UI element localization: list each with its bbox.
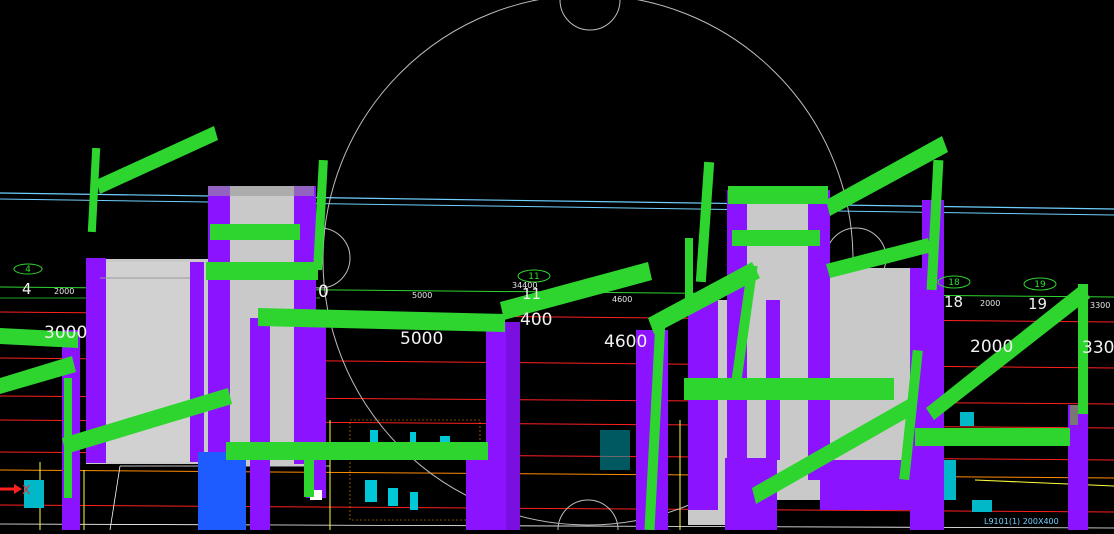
dim-3000: 3000 (44, 323, 87, 343)
dim-0: 0 (318, 282, 329, 302)
axis-label-18: 18 (944, 293, 963, 311)
dim-3300: 3300 (1082, 338, 1114, 358)
axis-bubble-4: 4 (25, 265, 31, 275)
ucs-x-label: X (22, 483, 30, 497)
dim-small-3300: 3300 (1090, 301, 1110, 310)
ucs-icon: X (0, 483, 30, 497)
axis-label-19: 19 (1028, 295, 1047, 313)
model-canvas[interactable]: 4 11 18 19 4 11 18 19 3000 5000 400 4600… (0, 0, 1114, 531)
dim-small-5000: 5000 (412, 291, 432, 300)
dim-small-34400: 34400 (512, 281, 537, 290)
axis-label-4: 4 (22, 280, 32, 298)
dim-small-2000a: 2000 (54, 287, 74, 296)
cad-viewport[interactable]: 4 11 18 19 4 11 18 19 3000 5000 400 4600… (0, 0, 1114, 531)
axis-bubble-19: 19 (1034, 280, 1046, 290)
dim-2000: 2000 (970, 337, 1013, 357)
dim-5000: 5000 (400, 329, 443, 349)
dim-4600: 4600 (604, 332, 647, 352)
dim-small-2000b: 2000 (980, 299, 1000, 308)
axis-bubble-18: 18 (948, 278, 960, 288)
beam-annotation: L9101(1) 200X400 (984, 517, 1059, 526)
dim-400: 400 (520, 310, 552, 330)
dim-small-4600: 4600 (612, 295, 632, 304)
